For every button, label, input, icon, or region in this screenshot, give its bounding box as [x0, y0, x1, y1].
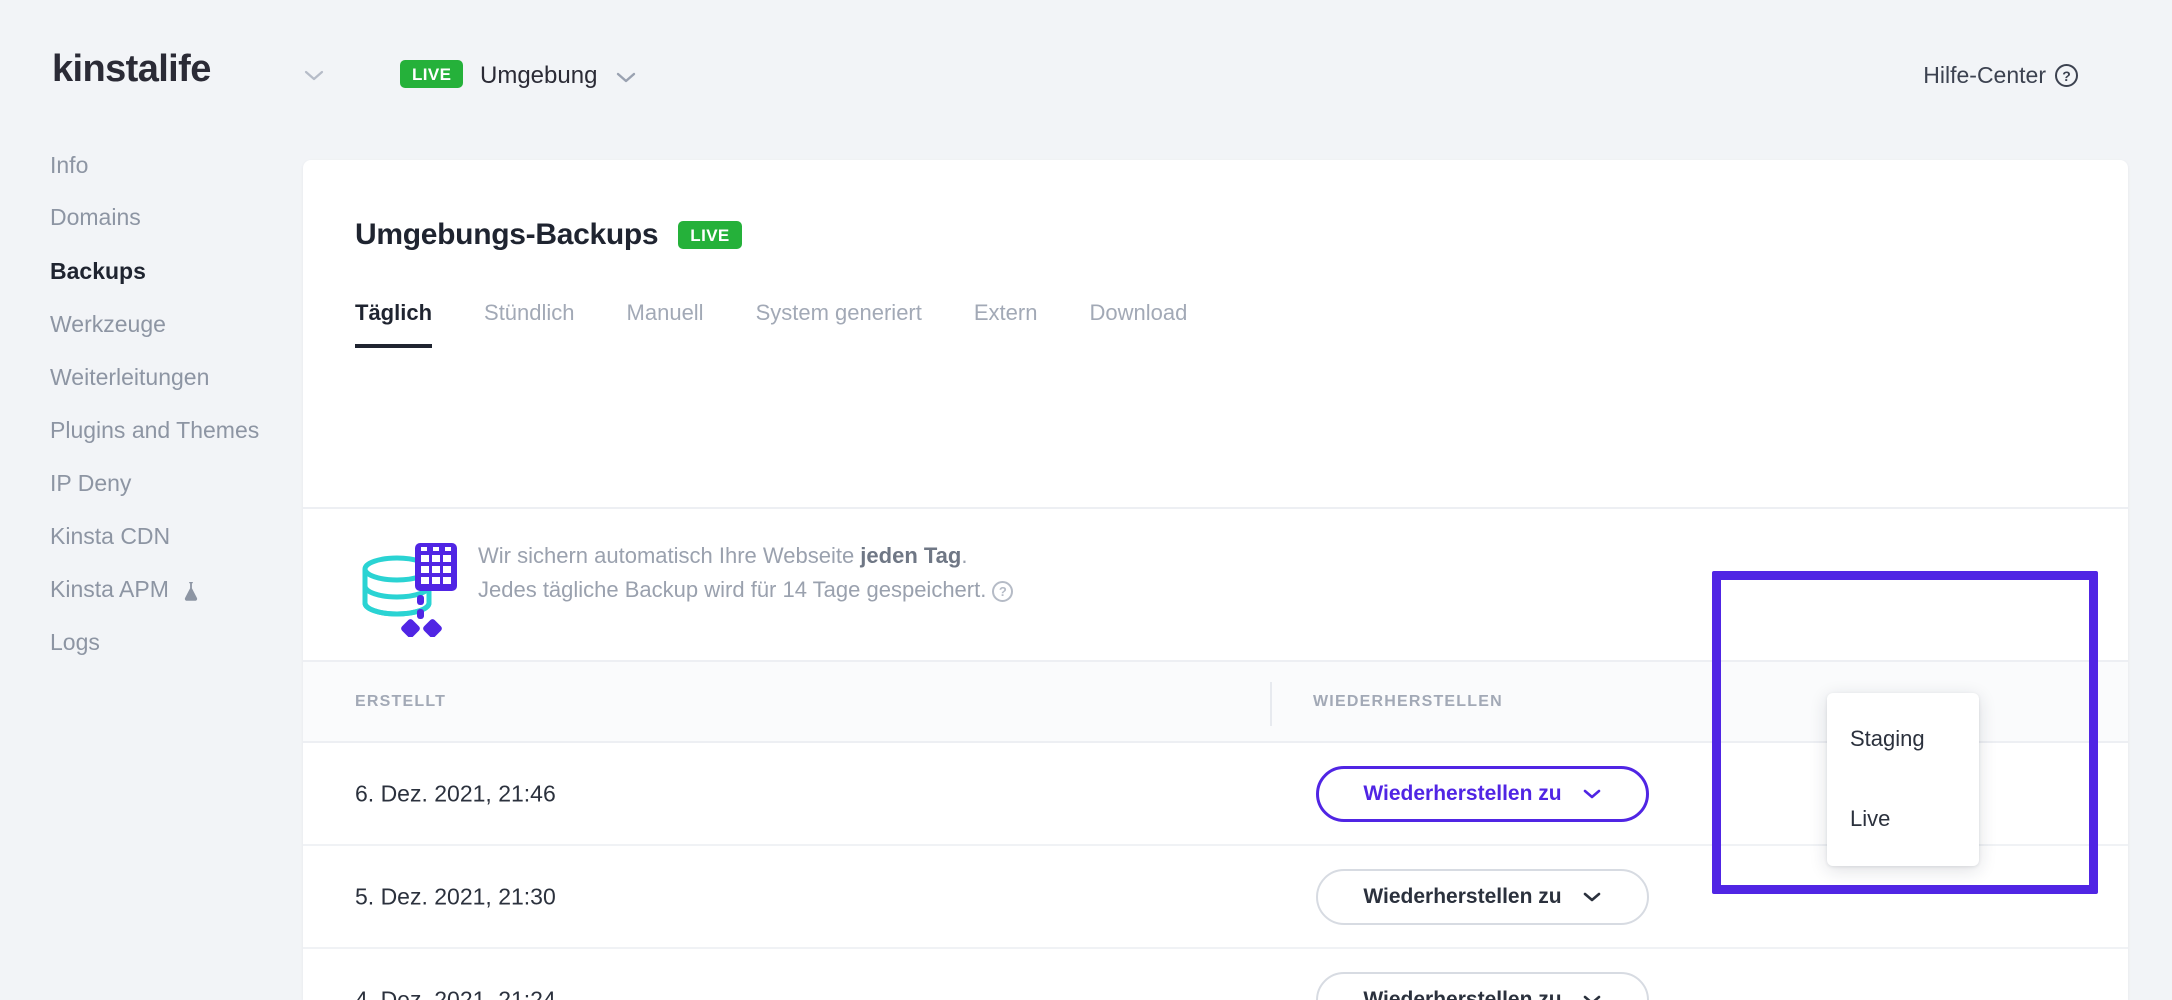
flask-icon: [183, 580, 199, 601]
restore-to-button[interactable]: Wiederherstellen zu: [1316, 868, 1649, 925]
info-banner-line1-strong: jeden Tag: [860, 543, 962, 568]
backup-created-date: 6. Dez. 2021, 21:46: [355, 780, 556, 806]
restore-to-button[interactable]: Wiederherstellen zu: [1316, 971, 1649, 1000]
help-center-link[interactable]: Hilfe-Center ?: [1923, 62, 2078, 89]
page-title-row: Umgebungs-Backups LIVE: [355, 218, 742, 252]
dropdown-option-live[interactable]: Live: [1827, 779, 1979, 859]
sidebar-item-label: Info: [50, 152, 89, 178]
info-banner-line1-prefix: Wir sichern automatisch Ihre Webseite: [478, 543, 861, 568]
sidebar-item-info[interactable]: Info: [50, 152, 88, 179]
restore-to-button[interactable]: Wiederherstellen zu: [1316, 765, 1649, 822]
app-root: kinstalife LIVE Umgebung Hilfe-Center ? …: [0, 0, 2172, 1000]
chevron-down-icon[interactable]: [615, 70, 637, 84]
sidebar-item-label: Logs: [50, 629, 100, 655]
info-banner-line1-suffix: .: [961, 543, 968, 568]
info-banner-line-1: Wir sichern automatisch Ihre Webseite je…: [478, 539, 1013, 573]
sidebar-item-label: Kinsta APM: [50, 576, 169, 602]
sidebar: Info Domains Backups Werkzeuge Weiterleitung…: [0, 152, 303, 1000]
chevron-down-icon: [1582, 988, 1602, 1000]
info-banner-line-2: Jedes tägliche Backup wird für 14 Tage g…: [478, 573, 1014, 607]
info-banner-text: Wir sichern automatisch Ihre Webseite je…: [478, 539, 1014, 607]
column-divider: [1270, 682, 1272, 726]
tab-manuell[interactable]: Manuell: [627, 300, 704, 348]
info-banner: Wir sichern automatisch Ihre Webseite je…: [303, 509, 2128, 660]
top-bar: kinstalife LIVE Umgebung Hilfe-Center ?: [0, 0, 2172, 152]
tab-st-ndlich[interactable]: Stündlich: [484, 300, 575, 348]
table-row: 4. Dez. 2021, 21:24 Wiederherstellen zu: [303, 949, 2128, 1000]
sidebar-item-label: Kinsta CDN: [50, 523, 171, 549]
restore-to-button-label: Wiederherstellen zu: [1363, 987, 1562, 1000]
sidebar-item-label: IP Deny: [50, 470, 132, 496]
question-mark-circle-icon: ?: [2055, 64, 2078, 87]
backup-created-date: 5. Dez. 2021, 21:30: [355, 883, 556, 909]
main-card: Umgebungs-Backups LIVE Täglich Stündlich M…: [303, 160, 2128, 1000]
restore-to-button-label: Wiederherstellen zu: [1363, 884, 1562, 908]
page-title: Umgebungs-Backups: [355, 218, 659, 251]
sidebar-item-plugins-and-themes[interactable]: Plugins and Themes: [50, 417, 259, 444]
sidebar-item-domains[interactable]: Domains: [50, 204, 141, 231]
tab-download[interactable]: Download: [1089, 300, 1187, 348]
chevron-down-icon: [1582, 782, 1602, 806]
restore-target-dropdown[interactable]: Staging Live: [1827, 693, 1979, 866]
column-header-created: ERSTELLT: [355, 693, 447, 710]
tab-extern[interactable]: Extern: [974, 300, 1038, 348]
dropdown-option-staging[interactable]: Staging: [1827, 699, 1979, 779]
help-center-label: Hilfe-Center: [1923, 62, 2046, 88]
sidebar-item-label: Werkzeuge: [50, 311, 166, 337]
sidebar-item-kinsta-cdn[interactable]: Kinsta CDN: [50, 523, 170, 550]
status-badge: LIVE: [678, 221, 742, 249]
env-label[interactable]: Umgebung: [480, 62, 597, 90]
sidebar-item-label: Plugins and Themes: [50, 417, 260, 443]
sidebar-item-logs[interactable]: Logs: [50, 629, 100, 656]
sidebar-item-label: Domains: [50, 204, 141, 230]
env-live-badge: LIVE: [400, 60, 464, 88]
chevron-down-icon: [1582, 885, 1602, 909]
info-banner-line2-text: Jedes tägliche Backup wird für 14 Tage g…: [478, 577, 987, 603]
restore-to-button-label: Wiederherstellen zu: [1363, 781, 1562, 805]
question-mark-circle-icon[interactable]: ?: [992, 581, 1014, 603]
tab-t-glich[interactable]: Täglich: [355, 300, 433, 348]
sidebar-item-backups[interactable]: Backups: [50, 258, 146, 285]
tab-bar: Täglich Stündlich Manuell System generiert E…: [355, 300, 1239, 348]
sidebar-item-weiterleitungen[interactable]: Weiterleitungen: [50, 364, 209, 391]
database-calendar-icon: [355, 531, 461, 638]
tab-system-generiert[interactable]: System generiert: [756, 300, 922, 348]
sidebar-item-label: Weiterleitungen: [50, 364, 210, 390]
sidebar-item-label: Backups: [50, 258, 146, 284]
column-header-restore: WIEDERHERSTELLEN: [1313, 693, 1503, 710]
sidebar-item-werkzeuge[interactable]: Werkzeuge: [50, 311, 166, 338]
sidebar-item-kinsta-apm[interactable]: Kinsta APM: [50, 576, 199, 603]
sidebar-item-ip-deny[interactable]: IP Deny: [50, 470, 131, 497]
brand-logo[interactable]: kinstalife: [52, 48, 211, 91]
backup-created-date: 4. Dez. 2021, 21:24: [355, 986, 556, 1000]
chevron-down-icon[interactable]: [303, 68, 325, 82]
